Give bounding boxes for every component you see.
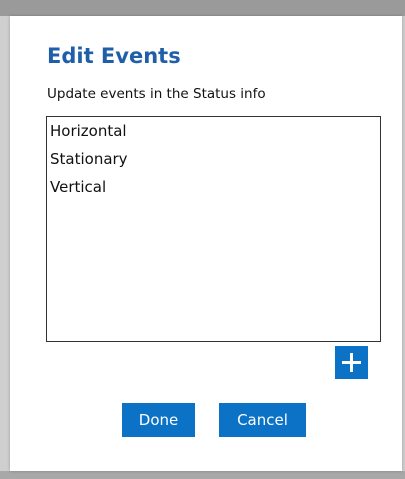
cancel-button[interactable]: Cancel: [219, 403, 306, 437]
list-item[interactable]: Vertical: [47, 173, 380, 201]
dialog-title: Edit Events: [47, 44, 181, 68]
backdrop-header: [0, 0, 405, 16]
dialog-subtitle: Update events in the Status info: [47, 86, 266, 102]
plus-icon: [342, 353, 361, 372]
list-item[interactable]: Horizontal: [47, 117, 380, 145]
events-listbox[interactable]: Horizontal Stationary Vertical: [46, 116, 381, 342]
list-item[interactable]: Stationary: [47, 145, 380, 173]
backdrop-footer: [0, 471, 405, 479]
add-event-button[interactable]: [335, 346, 368, 379]
edit-events-dialog: Edit Events Update events in the Status …: [10, 16, 402, 471]
done-button[interactable]: Done: [122, 403, 195, 437]
